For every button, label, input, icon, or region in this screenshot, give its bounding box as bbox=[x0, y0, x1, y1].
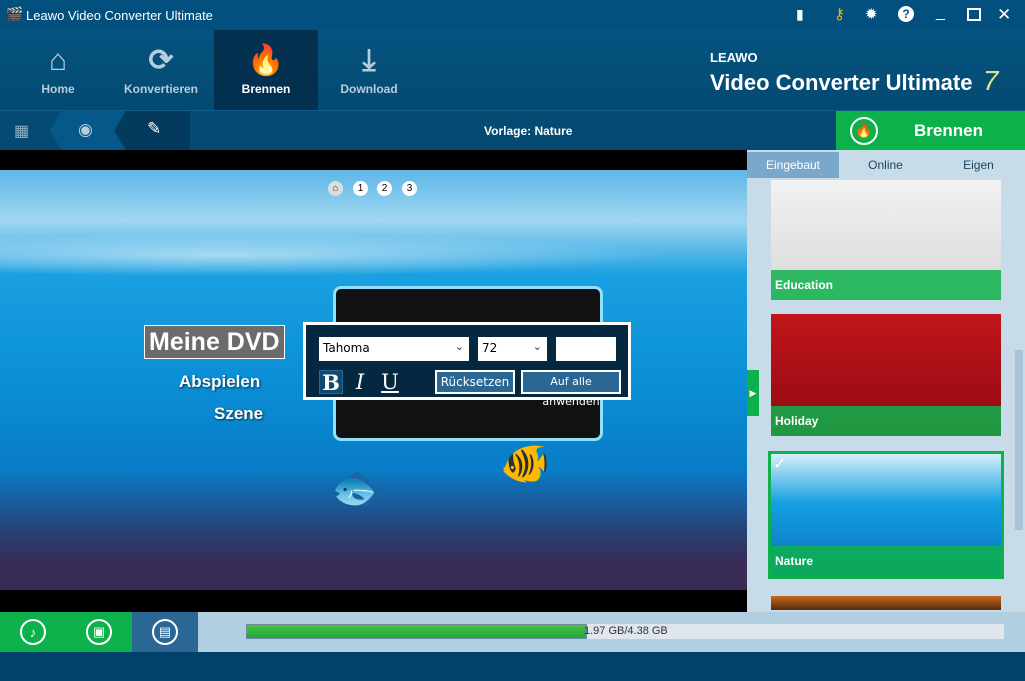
menu-item-scene[interactable]: Szene bbox=[214, 404, 263, 424]
music-icon: ♪ bbox=[20, 619, 46, 645]
nav-konvertieren[interactable]: ⟳ Konvertieren bbox=[109, 30, 213, 110]
template-list: Education Holiday ✓ Nature bbox=[747, 180, 1025, 612]
bottom-bar: ♪ ▣ ▤ 1.97 GB/4.38 GB bbox=[0, 612, 1025, 652]
home-page-icon[interactable]: ⌂ bbox=[328, 181, 343, 196]
water-splash bbox=[0, 230, 747, 280]
gear-icon[interactable]: ✹ bbox=[865, 5, 878, 23]
font-value: Tahoma bbox=[323, 341, 370, 355]
template-sunset[interactable] bbox=[771, 596, 1001, 610]
main-nav: ⌂ Home ⟳ Konvertieren 🔥 Brennen ⤓ Download L… bbox=[0, 30, 1025, 110]
save-icon: ▤ bbox=[152, 619, 178, 645]
nav-label: Home bbox=[41, 82, 75, 96]
bold-button[interactable]: B bbox=[319, 370, 343, 395]
template-label: Nature bbox=[771, 546, 1001, 576]
storage-text: 1.97 GB/4.38 GB bbox=[584, 625, 668, 637]
nav-label: Download bbox=[340, 82, 398, 96]
minimize-button[interactable]: _ bbox=[936, 4, 945, 22]
chevron-down-icon: ⌄ bbox=[532, 340, 542, 353]
reset-button[interactable]: Rücksetzen bbox=[435, 370, 515, 394]
underline-button[interactable]: U bbox=[378, 370, 402, 394]
size-select[interactable]: 72 ⌄ bbox=[478, 337, 547, 361]
angelfish: 🐟 bbox=[330, 461, 388, 513]
template-label: Education bbox=[771, 270, 1001, 300]
template-nature[interactable]: ✓ Nature bbox=[768, 451, 1004, 579]
title-bar: 🎬 Leawo Video Converter Ultimate ▮ ⚷ ✹ ?… bbox=[0, 0, 1025, 30]
template-education[interactable]: Education bbox=[771, 180, 1001, 300]
page-button[interactable]: 1 bbox=[353, 181, 368, 196]
menu-item-play[interactable]: Abspielen bbox=[179, 372, 260, 392]
burn-label: Brennen bbox=[914, 120, 983, 140]
tab-online[interactable]: Online bbox=[839, 152, 932, 178]
color-input[interactable] bbox=[556, 337, 616, 361]
feedback-icon[interactable]: ▮ bbox=[796, 6, 804, 23]
font-select[interactable]: Tahoma ⌄ bbox=[319, 337, 469, 361]
template-sidebar: Eingebaut Online Eigen ▶ Education Holid… bbox=[747, 150, 1025, 612]
nav-download[interactable]: ⤓ Download bbox=[317, 30, 421, 110]
music-button[interactable]: ♪ bbox=[0, 612, 66, 652]
convert-icon: ⟳ bbox=[148, 44, 174, 77]
scrollbar[interactable] bbox=[1015, 350, 1023, 530]
image-icon: ▣ bbox=[86, 619, 112, 645]
grid-view-icon[interactable]: ▦ bbox=[14, 121, 29, 141]
pencil-icon: ✎ bbox=[147, 119, 162, 138]
dvd-title-text[interactable]: Meine DVD bbox=[144, 325, 285, 359]
preview-step[interactable]: ◉ bbox=[50, 111, 125, 150]
maximize-button[interactable] bbox=[967, 8, 981, 21]
brand-top: LEAWO bbox=[710, 50, 758, 65]
nav-home[interactable]: ⌂ Home bbox=[6, 30, 110, 110]
brand-version: 7 bbox=[982, 65, 999, 96]
home-icon: ⌂ bbox=[48, 44, 68, 77]
template-label: Holiday bbox=[771, 406, 1001, 436]
disc-save-button[interactable]: ▤ bbox=[132, 612, 198, 652]
template-holiday[interactable]: Holiday bbox=[771, 314, 1001, 436]
brand-name: Video Converter Ultimate bbox=[710, 70, 973, 95]
nav-brennen[interactable]: 🔥 Brennen bbox=[214, 30, 318, 110]
edit-step[interactable]: ✎ bbox=[115, 111, 190, 150]
app-logo-icon: 🎬 bbox=[6, 6, 24, 22]
help-icon[interactable]: ? bbox=[898, 6, 914, 22]
nav-label: Brennen bbox=[241, 82, 291, 96]
chevron-down-icon: ⌄ bbox=[454, 340, 464, 353]
storage-fill bbox=[246, 624, 588, 639]
apply-all-button[interactable]: Auf alle anwenden bbox=[521, 370, 621, 408]
page-button[interactable]: 2 bbox=[377, 181, 392, 196]
clownfish: 🐠 bbox=[500, 442, 550, 486]
tab-eigen[interactable]: Eigen bbox=[932, 152, 1025, 178]
flame-icon: 🔥 bbox=[247, 44, 285, 77]
size-value: 72 bbox=[482, 341, 498, 355]
nav-label: Konvertieren bbox=[123, 82, 199, 96]
image-button[interactable]: ▣ bbox=[66, 612, 132, 652]
storage-bar: 1.97 GB/4.38 GB bbox=[246, 624, 1004, 639]
flame-icon: 🔥 bbox=[850, 116, 878, 145]
brand-logo: LEAWO Video Converter Ultimate 7 bbox=[710, 50, 998, 97]
tab-eingebaut[interactable]: Eingebaut bbox=[747, 152, 839, 178]
page-button[interactable]: 3 bbox=[402, 181, 417, 196]
close-button[interactable]: ✕ bbox=[997, 5, 1011, 25]
burn-button[interactable]: 🔥 Brennen bbox=[836, 111, 1025, 150]
text-format-panel: Tahoma ⌄ 72 ⌄ B I U Rücksetzen Auf alle an… bbox=[303, 322, 631, 408]
key-icon[interactable]: ⚷ bbox=[834, 5, 845, 23]
template-label: Vorlage: Nature bbox=[484, 124, 573, 138]
eye-icon: ◉ bbox=[78, 120, 93, 139]
checkmark-icon: ✓ bbox=[773, 456, 787, 473]
download-icon: ⤓ bbox=[362, 44, 376, 77]
window-title: Leawo Video Converter Ultimate bbox=[26, 8, 213, 23]
italic-button[interactable]: I bbox=[348, 370, 372, 394]
